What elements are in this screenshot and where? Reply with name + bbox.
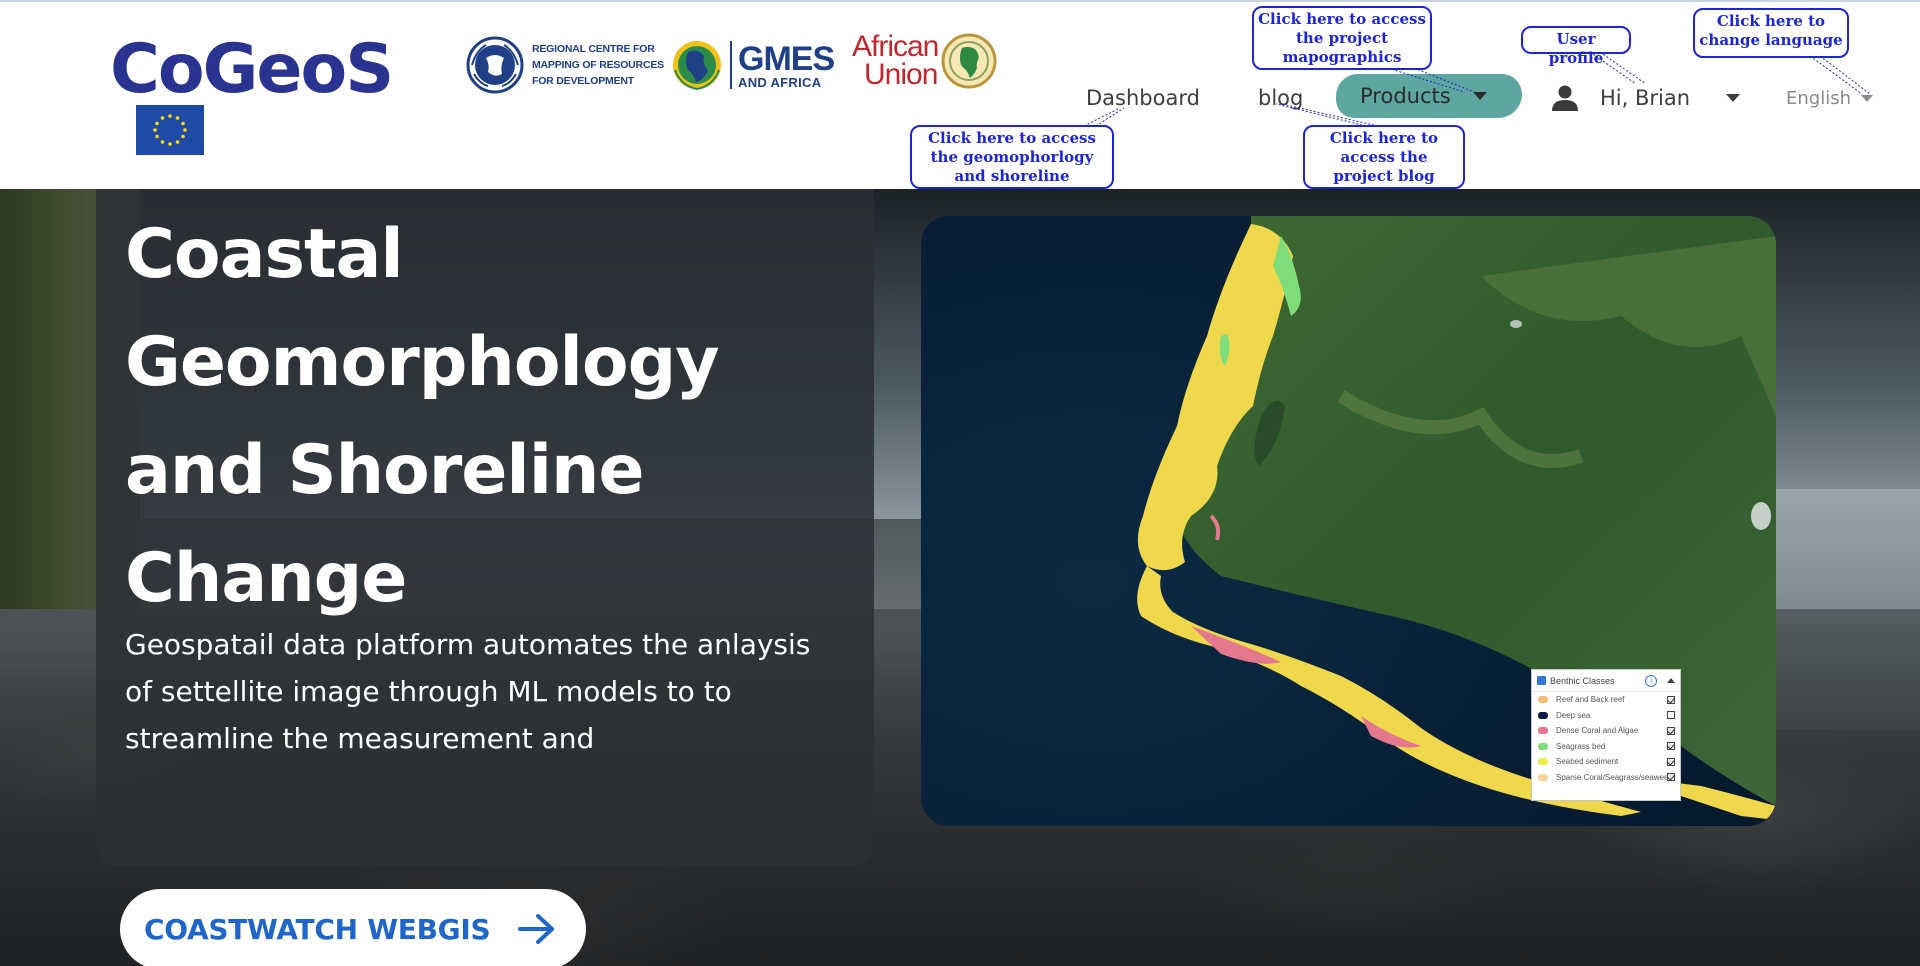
nav-blog[interactable]: blog — [1258, 80, 1303, 116]
legend-item-checkbox[interactable] — [1667, 711, 1675, 720]
hero-section: Coastal Geomorphology and Shoreline Chan… — [0, 189, 1920, 966]
legend-item-checkbox[interactable] — [1667, 773, 1675, 782]
legend-item: Reef and Back reef — [1532, 692, 1680, 708]
legend-item: Seabed sediment — [1532, 754, 1680, 770]
au-seal-icon — [941, 33, 997, 89]
callout-language: Click here to change language — [1693, 8, 1849, 58]
hero-description: Geospatail data platform automates the a… — [125, 628, 811, 755]
legend-item: Dense Coral and Algae — [1532, 723, 1680, 739]
coastwatch-webgis-button[interactable]: COASTWATCH WEBGIS — [120, 889, 586, 966]
arrow-right-icon — [518, 914, 555, 944]
chevron-down-icon — [1472, 92, 1487, 100]
coastwatch-webgis-label: COASTWATCH WEBGIS — [144, 912, 491, 946]
legend-toggle-checkbox[interactable] — [1537, 676, 1546, 685]
legend-item: Deep sea — [1532, 708, 1680, 724]
gmes-africa-logo: GMES AND AFRICA — [670, 36, 835, 94]
callout-mapographics: Click here to access the project mapogra… — [1252, 6, 1432, 70]
callout-user-profile: User profile — [1521, 26, 1631, 67]
legend-swatch — [1538, 742, 1548, 750]
callout-geomorphology: Click here to access the geomophorlogy a… — [910, 125, 1114, 204]
legend-swatch — [1538, 711, 1548, 719]
au-line2: Union — [864, 58, 938, 91]
legend-item-label: Sparse Coral/Seagrass/seaweed — [1556, 772, 1667, 782]
info-icon[interactable]: i — [1645, 674, 1657, 687]
african-union-logo: African Union — [852, 32, 998, 90]
legend-item-label: Seagrass bed — [1556, 741, 1606, 751]
chevron-down-icon — [1861, 94, 1873, 102]
legend-item: Sparse Coral/Seagrass/seaweed — [1532, 770, 1680, 786]
rcmrd-emblem-icon — [466, 36, 524, 94]
legend-swatch — [1538, 727, 1548, 735]
legend-item-checkbox[interactable] — [1667, 757, 1675, 766]
rcmrd-name: REGIONAL CENTRE FOR MAPPING OF RESOURCES… — [532, 43, 664, 87]
legend-swatch — [1538, 773, 1548, 781]
person-icon — [1552, 85, 1578, 111]
user-greeting: Hi, Brian — [1600, 86, 1691, 110]
chevron-down-icon — [1726, 94, 1741, 102]
rcmrd-logo: REGIONAL CENTRE FOR MAPPING OF RESOURCES… — [466, 36, 664, 94]
nav-dashboard[interactable]: Dashboard — [1086, 80, 1200, 116]
legend-item-checkbox[interactable] — [1667, 695, 1675, 704]
gmes-globe-icon — [673, 41, 721, 90]
nav-products-label: Products — [1360, 84, 1451, 108]
legend-item-checkbox[interactable] — [1667, 742, 1675, 751]
gmes-subtitle: AND AFRICA — [738, 74, 822, 90]
callout-blog: Click here to access the project blog po… — [1303, 125, 1465, 204]
benthic-classes-legend: Benthic Classes i Reef and Back reef Deep… — [1531, 669, 1681, 801]
site-header: CoGeoS REGIONAL CENTRE FOR MAPPING OF RE… — [0, 0, 1920, 204]
legend-item-label: Reef and Back reef — [1556, 695, 1625, 705]
hero-title: Coastal Geomorphology and Shoreline Chan… — [125, 215, 720, 618]
legend-swatch — [1538, 696, 1548, 704]
coastal-map-preview: Benthic Classes i Reef and Back reef Deep… — [921, 216, 1776, 826]
eu-flag-icon — [136, 105, 204, 155]
nav-dashboard-label: Dashboard — [1086, 86, 1200, 110]
language-label: English — [1786, 87, 1851, 109]
legend-item-label: Seabed sediment — [1556, 757, 1619, 767]
language-selector[interactable]: English — [1786, 80, 1873, 116]
chevron-up-icon[interactable] — [1667, 678, 1675, 683]
legend-items: Reef and Back reef Deep sea Dense Coral an… — [1532, 692, 1680, 785]
au-line1: African — [852, 30, 939, 63]
legend-item-label: Deep sea — [1556, 710, 1591, 720]
legend-item-label: Dense Coral and Algae — [1556, 726, 1639, 736]
legend-swatch — [1538, 758, 1548, 766]
brand-logo[interactable]: CoGeoS — [110, 30, 394, 109]
nav-products-dropdown[interactable]: Products — [1336, 74, 1522, 118]
nav-blog-label: blog — [1258, 86, 1304, 110]
gmes-title: GMES — [738, 39, 835, 78]
legend-title: Benthic Classes — [1550, 675, 1615, 686]
gmes-divider — [730, 41, 732, 89]
legend-header[interactable]: Benthic Classes i — [1532, 670, 1680, 692]
legend-item: Seagrass bed — [1532, 739, 1680, 755]
legend-item-checkbox[interactable] — [1667, 726, 1675, 735]
user-profile-menu[interactable]: Hi, Brian — [1552, 80, 1741, 116]
